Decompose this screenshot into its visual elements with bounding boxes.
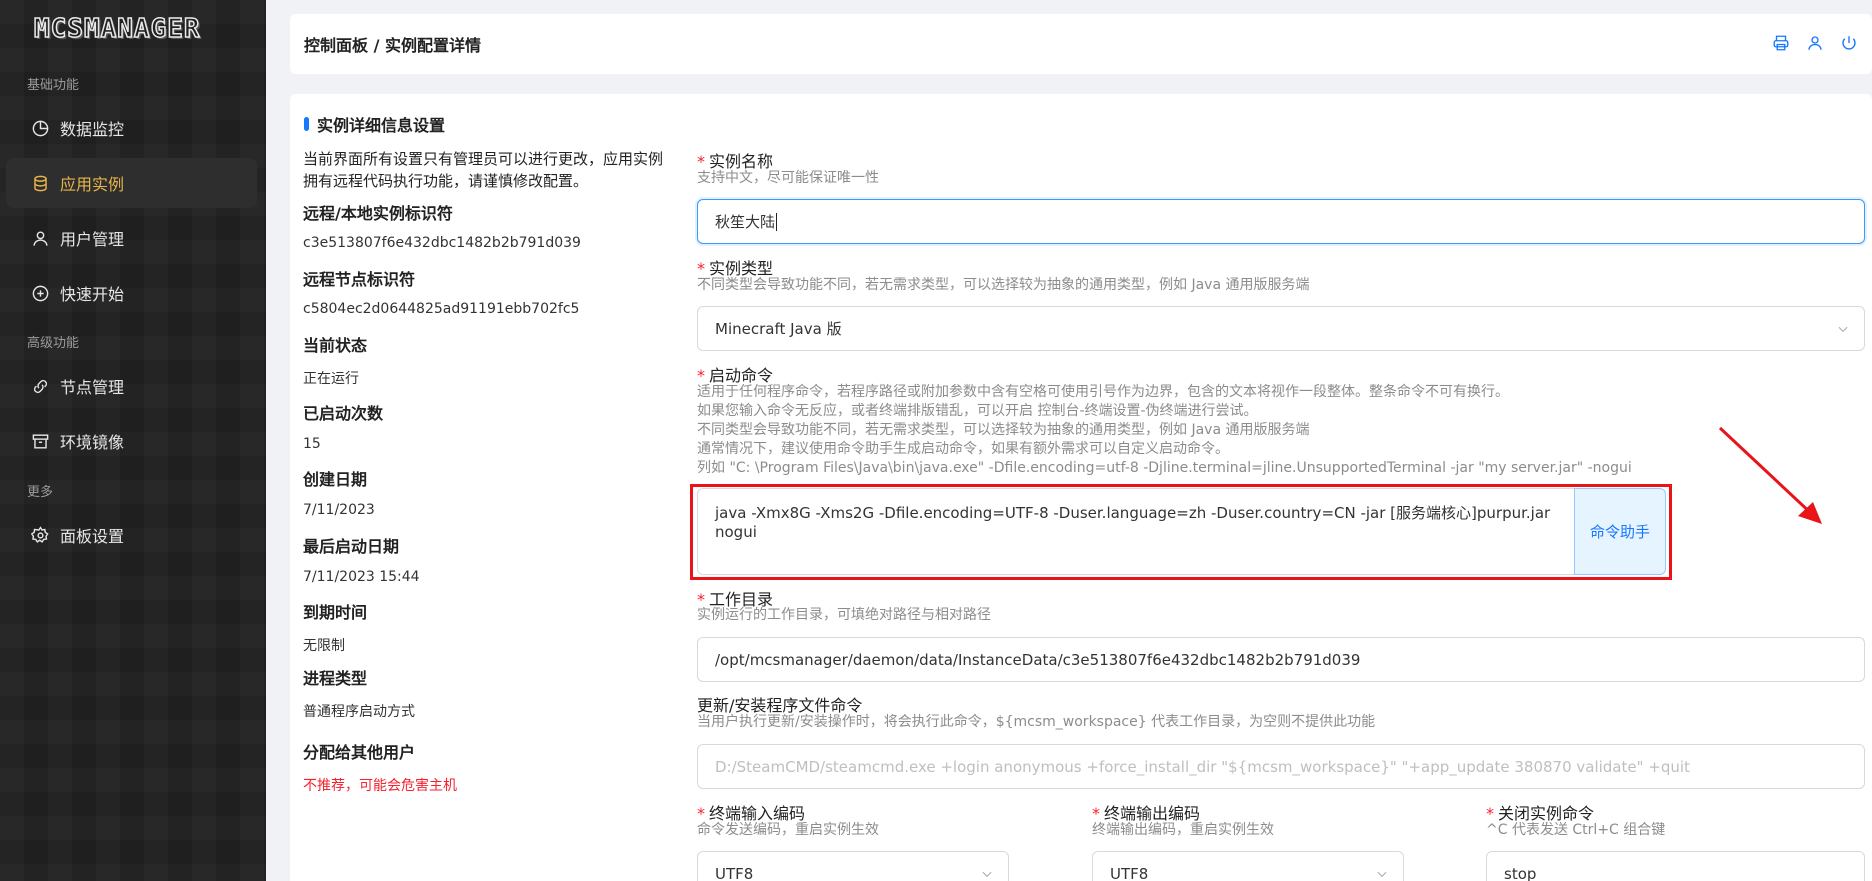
- output-encoding-help: 终端输出编码，重启实例生效: [1092, 822, 1274, 838]
- sidebar-item-label: 节点管理: [60, 378, 125, 397]
- workdir-input[interactable]: /opt/mcsmanager/daemon/data/InstanceData…: [697, 637, 1865, 682]
- top-header: 控制面板 / 实例配置详情: [290, 14, 1872, 74]
- assign-warning: 不推荐，可能会危害主机: [303, 778, 457, 794]
- card-title: 实例详细信息设置: [304, 112, 445, 136]
- sidebar-group-advanced: 高级功能: [27, 336, 80, 351]
- info-value: 7/11/2023: [303, 502, 375, 518]
- sidebar-item-nodes[interactable]: 节点管理: [6, 361, 257, 411]
- start-command-help-4: 通常情况下，建议使用命令助手生成启动命令，如果有额外需求可以自定义启动命令。: [697, 441, 1229, 457]
- card-title-text: 实例详细信息设置: [317, 116, 446, 135]
- sidebar-group-more: 更多: [27, 485, 54, 500]
- title-accent-bar: [304, 117, 309, 131]
- instance-name-input[interactable]: 秋笙大陆: [697, 199, 1865, 244]
- start-command-textarea[interactable]: java -Xmx8G -Xms2G -Dfile.encoding=UTF-8…: [697, 488, 1575, 575]
- gear-icon: [30, 525, 50, 545]
- plus-circle-icon: [30, 283, 50, 303]
- start-command-help-2: 如果您输入命令无反应，或者终端排版错乱，可以开启 控制台-终端设置-伪终端进行尝…: [697, 403, 1258, 419]
- user-icon[interactable]: [1804, 32, 1826, 54]
- sidebar-item-users[interactable]: 用户管理: [6, 213, 257, 263]
- database-icon: [30, 173, 50, 193]
- workdir-help: 实例运行的工作目录，可填绝对路径与相对路径: [697, 607, 991, 623]
- info-value: 普通程序启动方式: [303, 704, 415, 720]
- power-icon[interactable]: [1838, 32, 1860, 54]
- update-command-help: 当用户执行更新/安装操作时，将会执行此命令，${mcsm_workspace} …: [697, 714, 1376, 730]
- start-command-help-3: 不同类型会导致功能不同，若无需求类型，可以选择较为抽象的通用类型，例如 Java…: [697, 422, 1310, 438]
- instance-type-help: 不同类型会导致功能不同，若无需求类型，可以选择较为抽象的通用类型，例如 Java…: [697, 277, 1310, 293]
- user-icon: [30, 228, 50, 248]
- info-label: 远程节点标识符: [303, 270, 416, 289]
- info-label: 创建日期: [303, 470, 368, 489]
- info-value: 7/11/2023 15:44: [303, 569, 420, 585]
- sidebar-item-label: 面板设置: [60, 527, 125, 546]
- sidebar: MCSMANAGER 基础功能 数据监控 应用实例 用户管理 快速开始 高级功能…: [0, 0, 266, 881]
- sidebar-item-label: 环境镜像: [60, 433, 125, 452]
- chevron-down-icon: [1836, 322, 1850, 336]
- stop-command-input[interactable]: stop: [1486, 851, 1865, 881]
- sidebar-item-quick-start[interactable]: 快速开始: [6, 268, 257, 318]
- archive-icon: [30, 431, 50, 451]
- app-logo[interactable]: MCSMANAGER: [33, 12, 201, 46]
- sidebar-item-label: 数据监控: [60, 120, 125, 139]
- sidebar-item-data-monitor[interactable]: 数据监控: [6, 103, 257, 153]
- chevron-down-icon: [980, 867, 994, 881]
- info-label: 当前状态: [303, 336, 368, 355]
- info-label: 进程类型: [303, 669, 368, 688]
- instance-type-select[interactable]: Minecraft Java 版: [697, 306, 1865, 351]
- info-value: 15: [303, 436, 321, 452]
- printer-icon[interactable]: [1770, 32, 1792, 54]
- instance-name-help: 支持中文，尽可能保证唯一性: [697, 170, 879, 186]
- sidebar-item-label: 快速开始: [60, 285, 125, 304]
- info-value: 无限制: [303, 638, 345, 654]
- sidebar-item-label: 应用实例: [60, 175, 125, 194]
- sidebar-item-images[interactable]: 环境镜像: [6, 416, 257, 466]
- command-helper-button[interactable]: 命令助手: [1574, 488, 1666, 575]
- sidebar-item-label: 用户管理: [60, 230, 125, 249]
- annotation-arrow-icon: [1718, 426, 1822, 524]
- admin-note: 当前界面所有设置只有管理员可以进行更改，应用实例拥有远程代码执行功能，请谨慎修改…: [303, 150, 664, 190]
- input-encoding-help: 命令发送编码，重启实例生效: [697, 822, 879, 838]
- output-encoding-select[interactable]: UTF8: [1092, 851, 1404, 881]
- instance-detail-card: 实例详细信息设置 当前界面所有设置只有管理员可以进行更改，应用实例拥有远程代码执…: [290, 94, 1872, 881]
- input-encoding-select[interactable]: UTF8: [697, 851, 1009, 881]
- info-label: 远程/本地实例标识符: [303, 204, 453, 223]
- info-label: 已启动次数: [303, 404, 384, 423]
- info-label: 到期时间: [303, 603, 368, 622]
- start-command-help-5: 列如 "C: \Program Files\Java\bin\java.exe"…: [697, 460, 1632, 476]
- stop-command-help: ^C 代表发送 Ctrl+C 组合键: [1486, 822, 1666, 838]
- info-value: c5804ec2d0644825ad91191ebb702fc5: [303, 301, 580, 317]
- sidebar-item-instances[interactable]: 应用实例: [6, 158, 257, 208]
- breadcrumb: 控制面板 / 实例配置详情: [304, 36, 481, 55]
- start-command-help-1: 适用于任何程序命令，若程序路径或附加参数中含有空格可使用引号作为边界，包含的文本…: [697, 384, 1509, 400]
- info-value: 正在运行: [303, 371, 359, 387]
- sidebar-group-basic: 基础功能: [27, 78, 80, 93]
- info-label: 分配给其他用户: [303, 743, 416, 762]
- sidebar-item-settings[interactable]: 面板设置: [6, 510, 257, 560]
- chevron-down-icon: [1375, 867, 1389, 881]
- pie-chart-icon: [30, 118, 50, 138]
- info-value: c3e513807f6e432dbc1482b2b791d039: [303, 235, 581, 251]
- update-command-input[interactable]: D:/SteamCMD/steamcmd.exe +login anonymou…: [697, 744, 1865, 789]
- info-label: 最后启动日期: [303, 537, 400, 556]
- link-icon: [30, 376, 50, 396]
